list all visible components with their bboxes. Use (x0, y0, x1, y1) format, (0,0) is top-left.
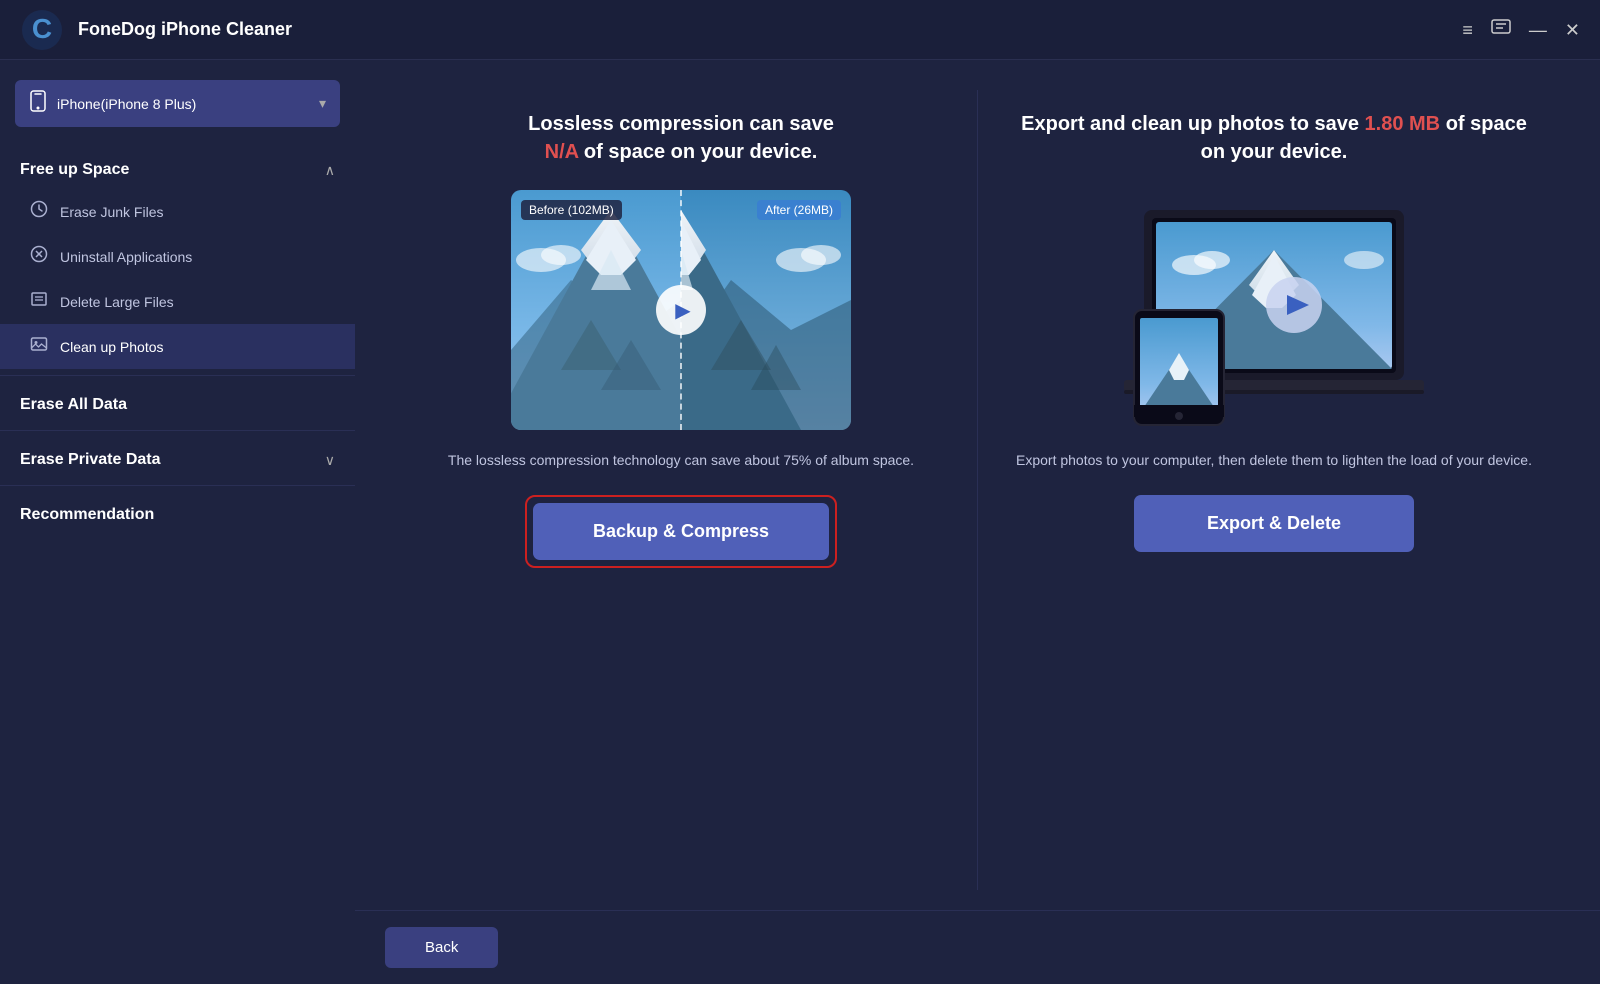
erase-private-label: Erase Private Data (20, 451, 161, 469)
photos-icon (30, 335, 48, 358)
content-footer: Back (355, 910, 1600, 984)
menu-button[interactable]: ≡ (1462, 21, 1473, 39)
compress-heading: Lossless compression can save N/A of spa… (528, 110, 834, 166)
mountain-comparison: Before (102MB) After (26MB) ▶ (511, 190, 851, 430)
divider-2 (0, 430, 355, 431)
export-heading-line1: Export and clean up photos to save (1021, 113, 1364, 135)
uninstall-apps-label: Uninstall Applications (60, 249, 192, 265)
before-badge: Before (102MB) (521, 200, 622, 220)
compress-na-value: N/A (545, 141, 579, 163)
phone-icon (29, 90, 47, 117)
cleanup-photos-label: Clean up Photos (60, 339, 164, 355)
play-button[interactable]: ▶ (656, 285, 706, 335)
sidebar: iPhone(iPhone 8 Plus) ▾ Free up Space ∧ … (0, 60, 355, 984)
sidebar-item-erase-junk[interactable]: Erase Junk Files (0, 189, 355, 234)
export-heading: Export and clean up photos to save 1.80 … (1008, 110, 1540, 166)
device-name: iPhone(iPhone 8 Plus) (57, 96, 309, 112)
back-button[interactable]: Back (385, 927, 498, 968)
content-body: Lossless compression can save N/A of spa… (355, 60, 1600, 910)
files-icon (30, 290, 48, 313)
main-layout: iPhone(iPhone 8 Plus) ▾ Free up Space ∧ … (0, 60, 1600, 984)
laptop-phone-image (1104, 190, 1444, 430)
laptop-phone-svg (1104, 190, 1444, 430)
play-icon: ▶ (675, 298, 690, 323)
backup-compress-button-wrapper: Backup & Compress (525, 495, 837, 568)
compress-subtext: The lossless compression technology can … (448, 450, 914, 471)
device-chevron-icon: ▾ (319, 95, 326, 112)
export-size-value: 1.80 MB (1365, 113, 1441, 135)
app-title: FoneDog iPhone Cleaner (78, 19, 1462, 40)
svg-text:C: C (32, 13, 52, 44)
titlebar: C FoneDog iPhone Cleaner ≡ — ✕ (0, 0, 1600, 60)
after-badge: After (26MB) (757, 200, 841, 220)
sidebar-section-free-up-space[interactable]: Free up Space ∧ (0, 147, 355, 189)
delete-large-label: Delete Large Files (60, 294, 174, 310)
free-up-space-label: Free up Space (20, 161, 129, 179)
compress-heading-line1: Lossless compression can save (528, 113, 834, 135)
app-logo: C (20, 8, 64, 52)
backup-compress-button[interactable]: Backup & Compress (533, 503, 829, 560)
chat-button[interactable] (1491, 19, 1511, 40)
expand-chevron-icon: ∧ (325, 162, 335, 179)
expand-chevron-private-icon: ∨ (325, 452, 335, 469)
sidebar-item-delete-large[interactable]: Delete Large Files (0, 279, 355, 324)
panel-compress: Lossless compression can save N/A of spa… (385, 90, 978, 890)
export-delete-button[interactable]: Export & Delete (1134, 495, 1414, 552)
sidebar-item-cleanup-photos[interactable]: Clean up Photos (0, 324, 355, 369)
sidebar-section-erase-private[interactable]: Erase Private Data ∨ (0, 437, 355, 479)
uninstall-icon (30, 245, 48, 268)
erase-all-label: Erase All Data (20, 396, 127, 414)
divider-1 (0, 375, 355, 376)
sidebar-section-recommendation[interactable]: Recommendation (0, 492, 355, 534)
compress-heading-line2: of space on your device. (584, 141, 817, 163)
clock-icon (30, 200, 48, 223)
window-controls: ≡ — ✕ (1462, 19, 1580, 40)
close-button[interactable]: ✕ (1565, 21, 1580, 39)
divider-3 (0, 485, 355, 486)
erase-junk-label: Erase Junk Files (60, 204, 163, 220)
minimize-button[interactable]: — (1529, 21, 1547, 39)
sidebar-section-erase-all[interactable]: Erase All Data (0, 382, 355, 424)
content-area: Lossless compression can save N/A of spa… (355, 60, 1600, 984)
recommendation-label: Recommendation (20, 506, 154, 524)
export-subtext: Export photos to your computer, then del… (1016, 450, 1532, 471)
device-selector[interactable]: iPhone(iPhone 8 Plus) ▾ (15, 80, 340, 127)
panel-export: Export and clean up photos to save 1.80 … (978, 90, 1570, 890)
sidebar-item-uninstall-apps[interactable]: Uninstall Applications (0, 234, 355, 279)
